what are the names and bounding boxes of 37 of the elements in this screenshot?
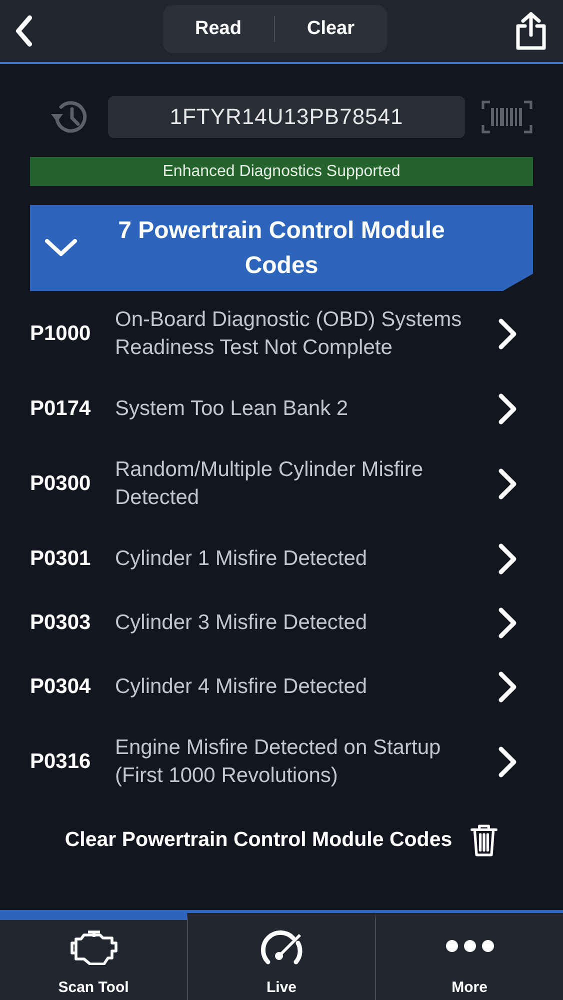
chevron-right-icon[interactable] [497, 670, 519, 704]
chevron-right-icon[interactable] [497, 745, 519, 779]
chevron-icon [44, 238, 78, 258]
section-title: 7 Powertrain Control Module Codes [117, 216, 446, 281]
dtc-description: On-Board Diagnostic (OBD) Systems Readiness Test Not Complete [115, 307, 463, 361]
tab-item[interactable]: Scan Tool [0, 913, 187, 1000]
barcode-scan-icon[interactable] [481, 100, 533, 134]
dtc-description: Engine Misfire Detected on Startup (First 1000 Revolutions) [115, 735, 442, 789]
dtc-code: P0174 [30, 397, 92, 421]
chevron-right-icon[interactable] [497, 606, 519, 640]
dtc-code: P0304 [30, 675, 92, 699]
chevron-right-icon[interactable] [497, 467, 519, 501]
dtc-description: Cylinder 1 Misfire Detected [115, 546, 368, 572]
dtc-description: Random/Multiple Cylinder Misfire Detected [115, 457, 424, 511]
dtc-code: P0316 [30, 750, 92, 774]
trash-icon[interactable] [470, 822, 498, 858]
section-header[interactable]: 7 Powertrain Control Module Codes [30, 205, 533, 291]
vin-field[interactable]: 1FTYR14U13PB78541 [108, 96, 465, 138]
more-icon [444, 939, 494, 953]
speedometer-icon [260, 929, 304, 965]
dtc-description: System Too Lean Bank 2 [115, 396, 350, 422]
dtc-code: P1000 [30, 322, 92, 346]
chevron-right-icon[interactable] [497, 542, 519, 576]
tab-item[interactable]: More [375, 913, 563, 1000]
dtc-code: P0301 [30, 547, 92, 571]
segment-button[interactable]: Read [162, 5, 274, 53]
chevron-right-icon[interactable] [497, 317, 519, 351]
dtc-description: Cylinder 4 Misfire Detected [115, 674, 368, 700]
clear-codes-link[interactable]: Clear Powertrain Control Module Codes [64, 828, 452, 852]
segment-button[interactable]: Clear [275, 5, 386, 53]
chevron-right-icon[interactable] [497, 392, 519, 426]
dtc-code: P0300 [30, 472, 92, 496]
dtc-description: Cylinder 3 Misfire Detected [115, 610, 368, 636]
engine-icon [70, 929, 118, 965]
tab-item[interactable]: Live [187, 913, 375, 1000]
dtc-code: P0303 [30, 611, 92, 635]
status-banner: Enhanced Diagnostics Supported [30, 157, 533, 186]
